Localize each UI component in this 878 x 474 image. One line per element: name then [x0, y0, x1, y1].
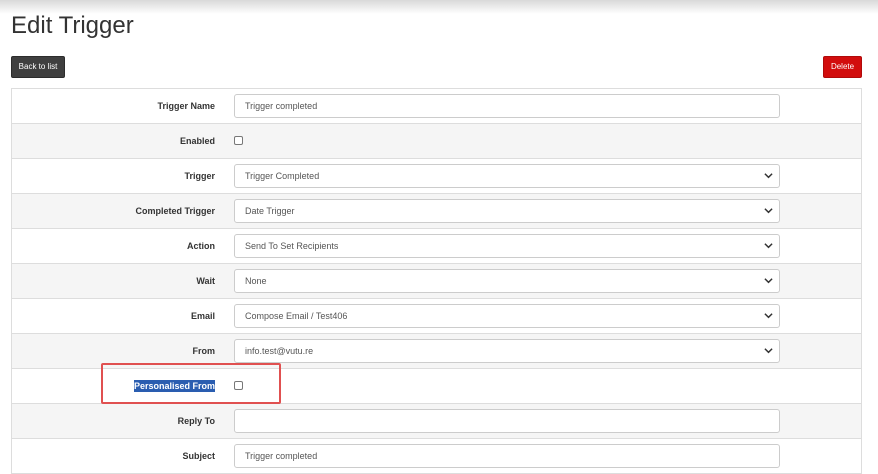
- action-label: Action: [187, 241, 215, 251]
- row-enabled: Enabled: [12, 124, 861, 159]
- chevron-down-icon: [764, 208, 773, 214]
- row-trigger-name: Trigger Name: [12, 89, 861, 124]
- row-from: From info.test@vutu.re: [12, 334, 861, 369]
- completed-trigger-label: Completed Trigger: [135, 206, 215, 216]
- from-select-value: info.test@vutu.re: [245, 346, 314, 356]
- row-subject: Subject: [12, 439, 861, 474]
- trigger-label: Trigger: [184, 171, 215, 181]
- email-select-value: Compose Email / Test406: [245, 311, 348, 321]
- wait-label: Wait: [196, 276, 215, 286]
- enabled-checkbox[interactable]: [234, 136, 243, 146]
- row-action: Action Send To Set Recipients: [12, 229, 861, 264]
- reply-to-input[interactable]: [234, 409, 780, 433]
- personalised-from-label: Personalised From: [133, 380, 215, 392]
- trigger-name-label: Trigger Name: [157, 101, 215, 111]
- row-completed-trigger: Completed Trigger Date Trigger: [12, 194, 861, 229]
- row-reply-to: Reply To: [12, 404, 861, 439]
- row-personalised-from: Personalised From: [12, 369, 861, 404]
- chevron-down-icon: [764, 173, 773, 179]
- wait-select[interactable]: None: [234, 269, 780, 293]
- completed-trigger-select-value: Date Trigger: [245, 206, 295, 216]
- from-label: From: [192, 346, 216, 356]
- chevron-down-icon: [764, 278, 773, 284]
- subject-label: Subject: [182, 451, 215, 461]
- wait-select-value: None: [245, 276, 267, 286]
- trigger-form: Trigger Name Enabled Trigger Trigger Com…: [11, 88, 862, 474]
- from-select[interactable]: info.test@vutu.re: [234, 339, 780, 363]
- email-select[interactable]: Compose Email / Test406: [234, 304, 780, 328]
- completed-trigger-select[interactable]: Date Trigger: [234, 199, 780, 223]
- subject-input[interactable]: [234, 444, 780, 468]
- trigger-select-value: Trigger Completed: [245, 171, 320, 181]
- chevron-down-icon: [764, 243, 773, 249]
- email-label: Email: [190, 311, 215, 321]
- enabled-label: Enabled: [179, 136, 215, 146]
- row-email: Email Compose Email / Test406: [12, 299, 861, 334]
- action-select-value: Send To Set Recipients: [245, 241, 339, 251]
- reply-to-label: Reply To: [177, 416, 215, 426]
- action-select[interactable]: Send To Set Recipients: [234, 234, 780, 258]
- delete-button[interactable]: Delete: [823, 56, 862, 78]
- row-trigger: Trigger Trigger Completed: [12, 159, 861, 194]
- personalised-from-checkbox[interactable]: [234, 381, 243, 391]
- back-to-list-button[interactable]: Back to list: [11, 56, 65, 78]
- chevron-down-icon: [764, 313, 773, 319]
- trigger-select[interactable]: Trigger Completed: [234, 164, 780, 188]
- chevron-down-icon: [764, 348, 773, 354]
- page-title: Edit Trigger: [11, 12, 134, 39]
- row-wait: Wait None: [12, 264, 861, 299]
- trigger-name-input[interactable]: [234, 94, 780, 118]
